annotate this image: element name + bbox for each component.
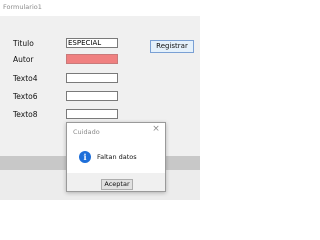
aceptar-button[interactable]: Aceptar	[101, 179, 133, 190]
window-titlebar: Formulario1	[0, 0, 200, 16]
label-titulo: Titulo	[13, 39, 34, 48]
alert-dialog: Cuidado × i Faltan datos Aceptar	[66, 122, 166, 192]
label-texto8: Texto8	[13, 110, 38, 119]
info-icon: i	[79, 151, 91, 163]
dialog-message: Faltan datos	[97, 153, 137, 161]
texto8-field[interactable]	[66, 109, 118, 119]
autor-field[interactable]	[66, 54, 118, 64]
label-texto6: Texto6	[13, 92, 38, 101]
label-autor: Autor	[13, 55, 34, 64]
window-title: Formulario1	[3, 3, 42, 11]
close-icon[interactable]: ×	[151, 124, 161, 134]
registrar-button[interactable]: Registrar	[150, 40, 194, 53]
titulo-field[interactable]: ESPECIAL	[66, 38, 118, 48]
texto4-field[interactable]	[66, 73, 118, 83]
texto6-field[interactable]	[66, 91, 118, 101]
dialog-title: Cuidado	[73, 128, 100, 136]
label-texto4: Texto4	[13, 74, 38, 83]
